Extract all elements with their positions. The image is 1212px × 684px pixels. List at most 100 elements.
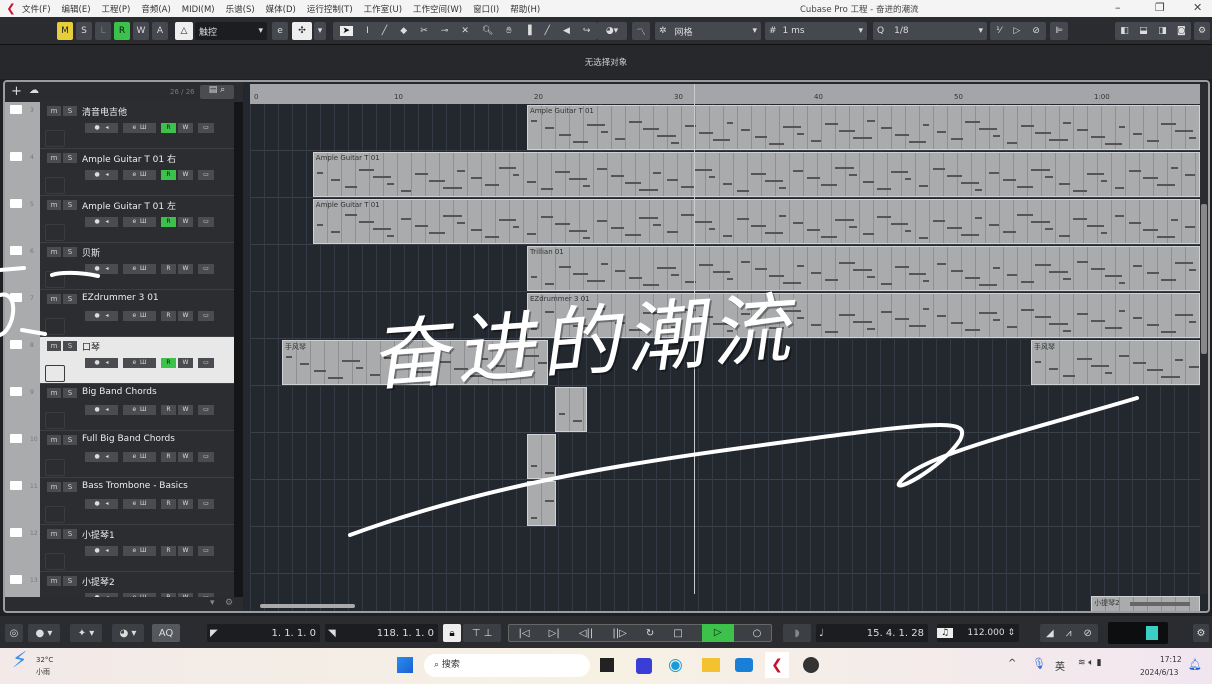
edit-instrument-buttons[interactable]: e Ш (123, 311, 156, 321)
record-monitor-buttons[interactable]: ● ◂ (85, 217, 118, 227)
track-name[interactable]: 小提琴1 (82, 528, 115, 541)
right-locator-field[interactable]: ◥ 118. 1. 1. 0 (325, 624, 438, 642)
aq-button[interactable]: AQ (152, 624, 180, 642)
listen-button[interactable]: L (95, 22, 111, 40)
edit-button[interactable]: e (133, 453, 137, 460)
play-tool-icon[interactable]: ◀ (563, 26, 570, 36)
mute-button[interactable]: m (47, 247, 61, 257)
chevron-up-icon[interactable]: ^ (1008, 658, 1016, 669)
align-icon[interactable]: ⊫ (1050, 22, 1068, 40)
edit-button[interactable]: e (133, 547, 137, 554)
forward-icon[interactable]: ||▷ (612, 628, 626, 639)
sync-icon[interactable]: ◎ (5, 624, 23, 642)
close-button[interactable]: ✕ (1193, 1, 1202, 14)
play-button[interactable]: ▷ (701, 624, 734, 642)
write-automation-button[interactable]: W (178, 170, 193, 180)
edit-instrument-buttons[interactable]: e Ш (123, 170, 156, 180)
zoom-slider[interactable] (1130, 602, 1190, 606)
track-picture-slot[interactable] (45, 365, 65, 382)
mute-button[interactable]: m (47, 576, 61, 586)
chevron-down-icon[interactable]: ▾ (210, 598, 215, 608)
automation-mode-select[interactable]: 触控 ▾ (195, 22, 267, 40)
menu-window[interactable]: 窗口(I) (473, 5, 499, 15)
track-options-icon[interactable]: ▭ (198, 546, 214, 556)
track-name[interactable]: Bass Trombone - Basics (82, 481, 188, 491)
edit-instrument-buttons[interactable]: e Ш (123, 264, 156, 274)
write-automation-button[interactable]: W (178, 123, 193, 133)
record-icon[interactable]: ○ (753, 628, 762, 639)
edit-instrument-buttons[interactable]: e Ш (123, 405, 156, 415)
edit-button[interactable]: e (133, 312, 137, 319)
midi-part[interactable]: Ample Guitar T 01 (312, 199, 1200, 244)
edit-button[interactable]: e (133, 500, 137, 507)
track-name[interactable]: Full Big Band Chords (82, 434, 175, 444)
track-picture-slot[interactable] (45, 224, 65, 241)
mute-button[interactable]: m (47, 200, 61, 210)
track-name[interactable]: 小提琴2 (82, 575, 115, 588)
menu-project[interactable]: 工程(P) (102, 5, 131, 15)
record-monitor-buttons[interactable]: ● ◂ (85, 264, 118, 274)
read-automation-button[interactable]: R (161, 546, 176, 556)
read-automation-button[interactable]: R (161, 123, 176, 133)
settings-gear-icon[interactable]: ⚙ (1194, 22, 1210, 40)
mail-icon[interactable] (735, 658, 753, 672)
solo-button[interactable]: S (76, 22, 92, 40)
automation-button[interactable]: A (152, 22, 168, 40)
constrain-icon[interactable]: e (272, 22, 288, 40)
track-header[interactable]: 12 m S 小提琴1 ● ◂ e Ш R W ▭ (5, 525, 243, 572)
track-header[interactable]: 7 m S EZdrummer 3 01 ● ◂ e Ш R W ▭ (5, 290, 243, 337)
track-picture-slot[interactable] (45, 412, 65, 429)
midi-part[interactable]: 手风琴 (1031, 340, 1200, 385)
write-automation-button[interactable]: W (178, 264, 193, 274)
track-name[interactable]: 口琴 (82, 340, 100, 353)
edit-instrument-buttons[interactable]: e Ш (123, 499, 156, 509)
read-automation-button[interactable]: R (161, 405, 176, 415)
menu-edit[interactable]: 编辑(E) (62, 5, 91, 15)
grid-type-select[interactable]: ✲ 网格 ▾ (655, 22, 761, 40)
go-to-end-icon[interactable]: ▷| (549, 628, 560, 639)
menu-workspaces[interactable]: 工作空间(W) (413, 5, 462, 15)
menu-media[interactable]: 媒体(D) (266, 5, 296, 15)
network-volume-battery-icons[interactable]: ≋ 🔈︎ ▮ (1078, 658, 1102, 668)
midi-part[interactable]: Ample Guitar T 01 (312, 152, 1200, 197)
menu-transport[interactable]: 运行控制(T) (307, 5, 353, 15)
comp-tool-icon[interactable]: ▐ (525, 26, 532, 36)
notification-bell-icon[interactable]: 🔔︎ (1188, 658, 1202, 671)
solo-button[interactable]: S (63, 435, 77, 445)
track-name[interactable]: EZdrummer 3 01 (82, 293, 159, 303)
record-monitor-buttons[interactable]: ● ◂ (85, 311, 118, 321)
snap-mode-icon[interactable]: ✣ (292, 22, 312, 40)
record-monitor-buttons[interactable]: ● ◂ (85, 499, 118, 509)
record-monitor-buttons[interactable]: ● ◂ (85, 358, 118, 368)
control-room-icon[interactable]: ◙ (1177, 26, 1186, 36)
track-options-icon[interactable]: ▭ (198, 452, 214, 462)
track-header[interactable]: 8 m S 口琴 ● ◂ e Ш R W ▭ (5, 337, 243, 384)
right-zone-icon[interactable]: ◨ (1158, 26, 1167, 36)
mute-button[interactable]: m (47, 482, 61, 492)
menu-help[interactable]: 帮助(H) (510, 5, 540, 15)
read-automation-button[interactable]: R (161, 170, 176, 180)
read-automation-button[interactable]: R (161, 452, 176, 462)
menu-studio[interactable]: 工作室(U) (364, 5, 402, 15)
edit-instrument-buttons[interactable]: e Ш (123, 452, 156, 462)
menu-file[interactable]: 文件(F) (22, 5, 51, 15)
read-automation-button[interactable]: R (114, 22, 130, 40)
solo-button[interactable]: S (63, 294, 77, 304)
quantize-select[interactable]: Q 1/8 ▾ (873, 22, 987, 40)
solo-button[interactable]: S (63, 247, 77, 257)
midi-part[interactable] (555, 387, 588, 432)
solo-button[interactable]: S (63, 153, 77, 163)
precount-icon[interactable]: ⩘ (1066, 628, 1072, 639)
write-automation-button[interactable]: W (178, 452, 193, 462)
ruler[interactable]: 0 10 20 30 40 50 1:00 (250, 84, 1200, 104)
midi-part[interactable]: Ample Guitar T 01 (527, 105, 1200, 150)
track-header[interactable]: 4 m S Ample Guitar T 01 右 ● ◂ e Ш R W ▭ (5, 149, 243, 196)
ime-indicator[interactable]: 英 (1055, 658, 1065, 673)
mute-button[interactable]: m (47, 294, 61, 304)
track-name[interactable]: 清音电吉他 (82, 105, 127, 118)
record-monitor-buttons[interactable]: ● ◂ (85, 452, 118, 462)
automation-icon[interactable]: △ (175, 22, 193, 40)
read-automation-button[interactable]: R (161, 358, 176, 368)
edit-button[interactable]: e (133, 124, 137, 131)
weather-icon[interactable]: ⚡ (12, 648, 27, 673)
